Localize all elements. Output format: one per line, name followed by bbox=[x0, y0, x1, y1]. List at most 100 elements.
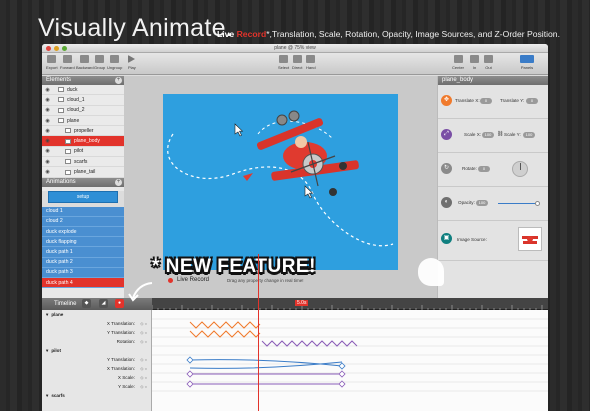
timeline-property-row[interactable]: Y Translation: ◇ ○ bbox=[42, 355, 151, 364]
panels-icon bbox=[520, 55, 534, 63]
element-row[interactable]: ◉ cloud_1 bbox=[42, 95, 124, 106]
translate-x-input[interactable]: 0 bbox=[480, 98, 492, 104]
visibility-eye-icon[interactable]: ◉ bbox=[44, 159, 51, 165]
timeline-property-row[interactable]: Y Translation: ◇ ○ bbox=[42, 328, 151, 337]
timeline-title: Timeline bbox=[54, 301, 77, 307]
opacity-slider[interactable] bbox=[498, 201, 540, 206]
timeline-property-row[interactable]: X Translation: ◇ ○ bbox=[42, 364, 151, 373]
elements-title: Elements bbox=[46, 77, 72, 83]
rotate-label: Rotate: bbox=[462, 166, 477, 171]
backward-button[interactable]: Backward bbox=[76, 55, 94, 70]
animation-row[interactable]: duck path 4 bbox=[42, 277, 124, 289]
ease-out-button[interactable]: ◢ bbox=[99, 299, 108, 308]
timeline-property-label: X Translation: bbox=[106, 321, 135, 326]
animation-row[interactable]: duck explode bbox=[42, 227, 124, 238]
motion-path bbox=[167, 133, 394, 247]
animation-row[interactable]: duck flapping bbox=[42, 237, 124, 248]
rotation-dial[interactable] bbox=[512, 161, 528, 177]
keyframe-toggle-icon[interactable]: ◇ ○ bbox=[140, 384, 147, 389]
stage[interactable] bbox=[163, 94, 398, 270]
setup-button[interactable]: setup bbox=[48, 190, 118, 203]
inspector-title: plane_body bbox=[442, 77, 474, 83]
disclosure-triangle-icon[interactable]: ▾ bbox=[46, 393, 48, 399]
add-animation-button[interactable]: + bbox=[115, 178, 122, 186]
translate-y-label: Translate Y: bbox=[500, 98, 525, 103]
add-element-button[interactable]: + bbox=[115, 77, 122, 84]
visibility-eye-icon[interactable]: ◉ bbox=[44, 107, 51, 113]
zoom-out-button[interactable]: Out bbox=[484, 55, 493, 70]
animation-row[interactable]: cloud 2 bbox=[42, 216, 124, 228]
timeline-property-label: Rotation: bbox=[116, 339, 135, 344]
record-button[interactable]: ● bbox=[115, 299, 124, 308]
hand-tool-button[interactable]: Hand bbox=[306, 55, 316, 70]
element-row[interactable]: ◉ plane_tail bbox=[42, 167, 124, 178]
keyframe-toggle-icon[interactable]: ◇ ○ bbox=[140, 339, 147, 344]
animation-row[interactable]: duck path 3 bbox=[42, 267, 124, 278]
visibility-eye-icon[interactable]: ◉ bbox=[44, 97, 51, 103]
translate-y-input[interactable]: 0 bbox=[526, 98, 538, 104]
group-button[interactable]: Group bbox=[94, 55, 105, 70]
element-row[interactable]: ◉ pilot bbox=[42, 146, 124, 158]
visibility-eye-icon[interactable]: ◉ bbox=[44, 138, 51, 144]
visibility-eye-icon[interactable]: ◉ bbox=[44, 87, 51, 93]
element-row[interactable]: ◉ cloud_2 bbox=[42, 105, 124, 116]
select-tool-button[interactable]: Select bbox=[278, 55, 289, 70]
ease-in-button[interactable]: ◆ bbox=[82, 299, 91, 308]
forward-button[interactable]: Forward bbox=[60, 55, 75, 70]
export-button[interactable]: Export bbox=[46, 55, 58, 70]
link-icon[interactable]: ⛓ bbox=[497, 131, 503, 137]
rotate-input[interactable]: 0 bbox=[478, 166, 490, 172]
element-row[interactable]: ◉ duck bbox=[42, 85, 124, 96]
animation-row[interactable]: cloud 1 bbox=[42, 206, 124, 217]
panels-button[interactable]: Panels bbox=[520, 55, 534, 70]
animation-row[interactable]: duck path 1 bbox=[42, 247, 124, 258]
element-row[interactable]: ◉ scarfs bbox=[42, 157, 124, 168]
visibility-eye-icon[interactable]: ◉ bbox=[44, 118, 51, 124]
timeline-property-row[interactable]: X Translation: ◇ ○ bbox=[42, 319, 151, 328]
layer-icon bbox=[65, 128, 71, 134]
scale-x-input[interactable]: 100 bbox=[482, 132, 494, 138]
play-button[interactable]: Play bbox=[128, 55, 136, 70]
timeline-group-row[interactable]: ▾ pilot bbox=[42, 346, 151, 355]
keyframe-toggle-icon[interactable]: ◇ ○ bbox=[140, 321, 147, 326]
keyframe-toggle-icon[interactable]: ◇ ○ bbox=[140, 357, 147, 362]
disclosure-triangle-icon[interactable]: ▾ bbox=[46, 312, 48, 318]
left-panel: Elements + ◉ duck ◉ cloud_1 ◉ cloud_2 ◉ plane ◉ p… bbox=[42, 76, 124, 298]
visibility-eye-icon[interactable]: ◉ bbox=[44, 148, 51, 154]
keyframe-toggle-icon[interactable]: ◇ ○ bbox=[140, 375, 147, 380]
element-row[interactable]: ◉ propeller bbox=[42, 126, 124, 137]
translate-icon: ✥ bbox=[441, 95, 452, 106]
center-button[interactable]: Center bbox=[452, 55, 464, 70]
timeline-group-row[interactable]: ▾ plane bbox=[42, 310, 151, 319]
keyframe-toggle-icon[interactable]: ◇ ○ bbox=[140, 366, 147, 371]
element-row[interactable]: ◉ plane bbox=[42, 115, 124, 127]
layer-icon bbox=[58, 87, 64, 93]
timeline-panel: Timeline ◆ ◢ ● 5.0s ▾ plane X Translation:… bbox=[42, 298, 548, 411]
timeline-property-row[interactable]: Rotation: ◇ ○ bbox=[42, 337, 151, 346]
timeline-ruler[interactable]: 5.0s bbox=[151, 298, 548, 311]
zoom-in-icon bbox=[470, 55, 479, 63]
ungroup-button[interactable]: Ungroup bbox=[107, 55, 122, 70]
keyframe-toggle-icon[interactable]: ◇ ○ bbox=[140, 330, 147, 335]
opacity-input[interactable]: 100 bbox=[476, 200, 488, 206]
timeline-grid[interactable] bbox=[152, 310, 548, 411]
timeline-group-row[interactable]: ▾ scarfs bbox=[42, 391, 151, 400]
timeline-property-row[interactable]: X Scale: ◇ ○ bbox=[42, 373, 151, 382]
visibility-eye-icon[interactable]: ◉ bbox=[44, 128, 51, 134]
image-source-thumbnail[interactable] bbox=[518, 227, 542, 251]
zoom-in-button[interactable]: In bbox=[470, 55, 479, 70]
animation-row[interactable]: duck path 2 bbox=[42, 257, 124, 268]
disclosure-triangle-icon[interactable]: ▾ bbox=[46, 348, 48, 354]
scale-y-input[interactable]: 100 bbox=[523, 132, 535, 138]
element-row[interactable]: ◉ plane_body bbox=[42, 136, 124, 147]
timeline-property-row[interactable]: Y Scale: ◇ ○ bbox=[42, 382, 151, 391]
visibility-eye-icon[interactable]: ◉ bbox=[44, 169, 51, 175]
cloud-decoration bbox=[418, 258, 444, 286]
play-icon bbox=[128, 55, 136, 63]
element-label: plane_body bbox=[74, 138, 100, 145]
timeline-playhead[interactable] bbox=[258, 254, 259, 411]
elements-list: ◉ duck ◉ cloud_1 ◉ cloud_2 ◉ plane ◉ propeller ◉ pl… bbox=[42, 85, 124, 178]
forward-icon bbox=[62, 55, 72, 63]
direct-tool-button[interactable]: Direct bbox=[292, 55, 302, 70]
opacity-slider-knob[interactable] bbox=[535, 201, 540, 206]
